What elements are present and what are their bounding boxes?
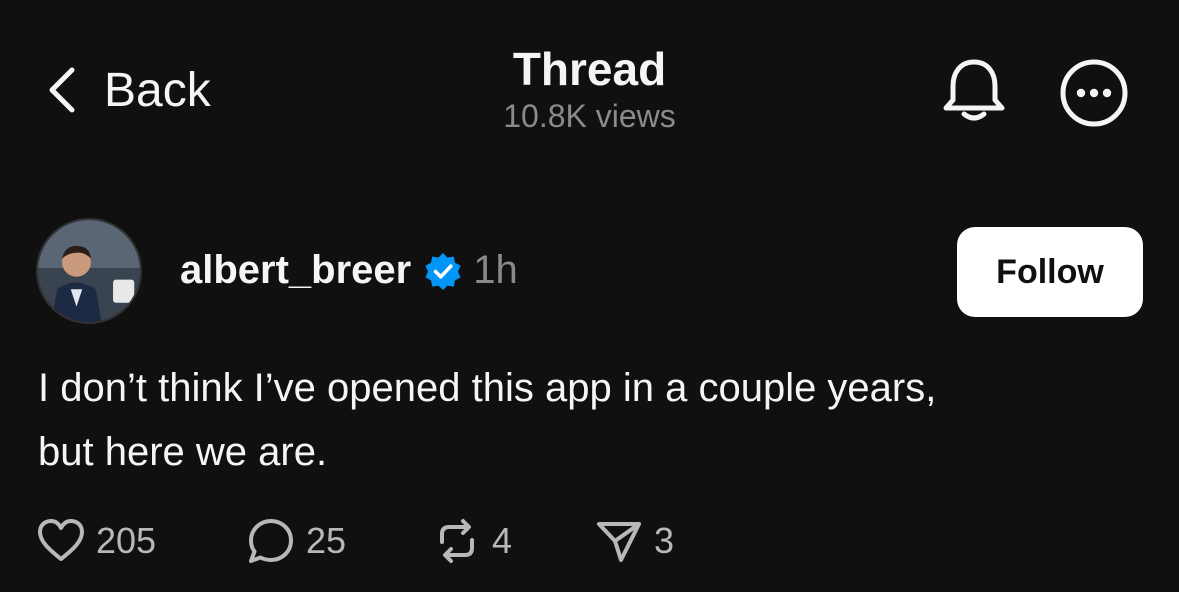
comment-icon <box>249 519 293 563</box>
post-text-line: but here we are. <box>38 430 328 474</box>
share-count: 3 <box>654 520 675 561</box>
post-text: I don’t think I’ve opened this app in a … <box>38 356 1138 484</box>
post-time: 1h <box>473 248 518 292</box>
post-author: albert_breer 1h <box>180 248 518 293</box>
post-text-line: I don’t think I’ve opened this app in a … <box>38 366 937 410</box>
repost-count: 4 <box>492 520 513 561</box>
post-header: albert_breer 1h Follow <box>36 218 1146 328</box>
thread-header: Back Thread 10.8K views <box>0 0 1179 170</box>
send-icon <box>597 522 641 562</box>
verified-badge-icon <box>425 252 461 290</box>
post-actions: 205 25 4 3 <box>36 510 674 572</box>
bell-icon[interactable] <box>941 56 1007 126</box>
like-count: 205 <box>96 520 157 561</box>
repost-icon <box>440 519 474 563</box>
avatar[interactable] <box>36 218 142 324</box>
heart-icon <box>38 519 84 561</box>
follow-button[interactable]: Follow <box>957 227 1143 317</box>
repost-button[interactable]: 4 <box>432 516 594 566</box>
share-button[interactable]: 3 <box>594 516 674 566</box>
like-button[interactable]: 205 <box>36 516 246 566</box>
reply-button[interactable]: 25 <box>246 516 432 566</box>
username[interactable]: albert_breer <box>180 248 411 293</box>
more-icon[interactable] <box>1059 58 1129 128</box>
reply-count: 25 <box>306 520 347 561</box>
